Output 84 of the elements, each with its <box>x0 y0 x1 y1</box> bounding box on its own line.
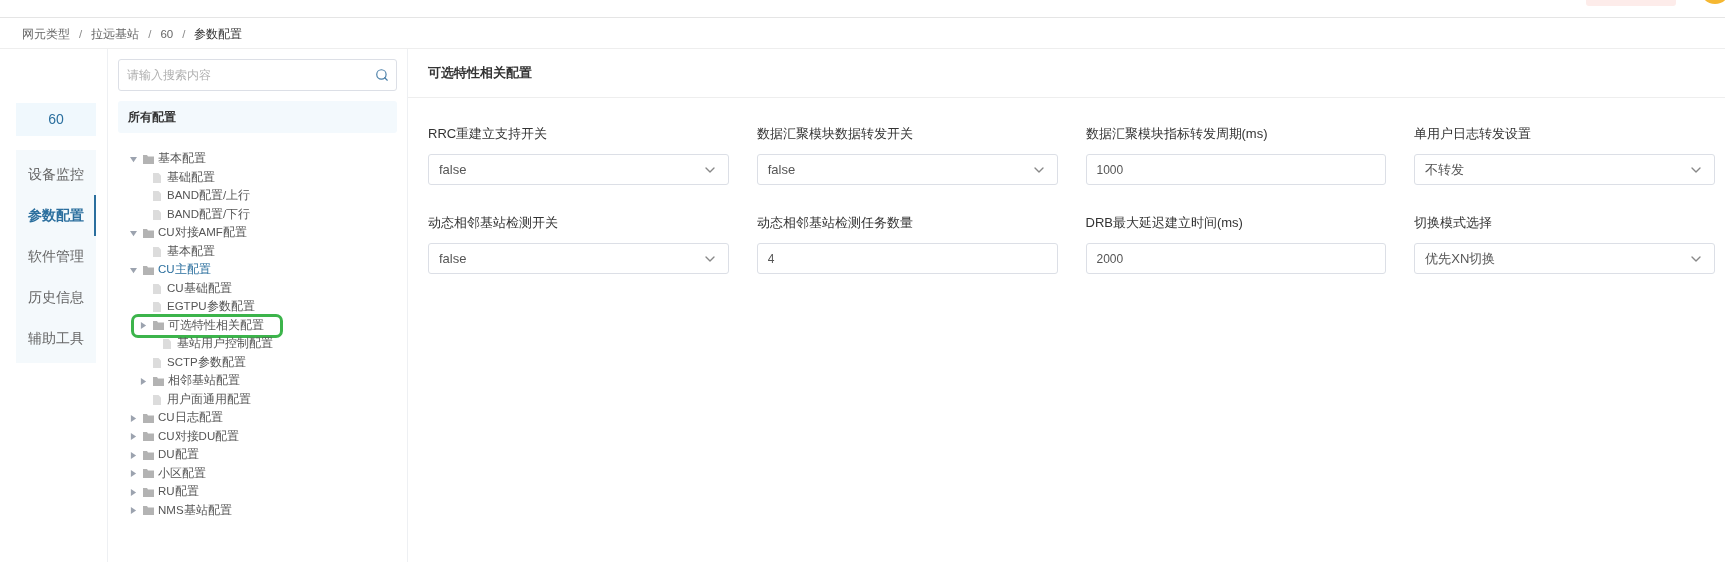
select-field[interactable]: 不转发 <box>1414 154 1715 185</box>
tree-item[interactable]: 基本配置 <box>153 242 231 261</box>
breadcrumb-item: 参数配置 <box>194 27 243 43</box>
caret-icon[interactable] <box>140 377 147 385</box>
field-label: DRB最大延迟建立时间(ms) <box>1085 214 1244 232</box>
tree-item[interactable]: 用户面通用配置 <box>153 390 267 409</box>
file-icon <box>153 246 161 257</box>
file-icon <box>153 394 161 405</box>
nav-item[interactable]: 历史信息 <box>16 277 96 318</box>
file-icon <box>153 283 161 294</box>
tree-item[interactable]: CU对接AMF配置 <box>130 224 263 242</box>
breadcrumb-item[interactable]: 网元类型 <box>22 26 70 44</box>
caret-icon[interactable] <box>140 322 147 329</box>
folder-icon <box>153 376 164 386</box>
breadcrumb-item[interactable]: 60 <box>160 26 174 44</box>
caret-icon[interactable] <box>130 266 137 274</box>
folder-icon <box>143 265 154 275</box>
input-field[interactable]: 1000 <box>1085 154 1387 185</box>
search-field[interactable]: 请输入搜索内容 <box>118 59 397 91</box>
file-icon <box>153 191 161 201</box>
tree-item[interactable]: 可选特性相关配置 <box>134 316 280 335</box>
tree-item[interactable]: BAND配置/上行 <box>153 187 267 205</box>
folder-icon <box>143 154 154 164</box>
tree-item[interactable]: 相邻基站配置 <box>140 372 256 390</box>
tree-item[interactable]: CU对接DU配置 <box>130 427 256 446</box>
select-field[interactable]: false <box>428 154 729 185</box>
device-tab[interactable]: 60 <box>16 103 96 136</box>
file-icon <box>153 172 161 183</box>
field-label: 动态相邻基站检测开关 <box>428 214 559 232</box>
file-icon <box>163 339 171 349</box>
tree-item[interactable]: 基础配置 <box>153 168 231 187</box>
field-label: 动态相邻基站检测任务数量 <box>756 214 914 232</box>
field-label: 数据汇聚模块指标转发周期(ms) <box>1085 125 1269 143</box>
input-field[interactable]: 2000 <box>1085 243 1387 274</box>
nav-item[interactable]: 参数配置 <box>16 195 96 236</box>
tree-item[interactable]: RU配置 <box>130 483 215 501</box>
breadcrumb-separator: / <box>148 27 152 43</box>
tree-item[interactable]: NMS基站配置 <box>130 501 248 520</box>
caret-icon[interactable] <box>130 451 137 459</box>
folder-icon <box>143 487 154 497</box>
nav-item[interactable]: 设备监控 <box>16 154 96 195</box>
file-icon <box>153 357 161 368</box>
folder-icon <box>143 469 154 478</box>
folder-icon <box>143 506 154 515</box>
caret-icon[interactable] <box>130 229 137 237</box>
field-label: 单用户日志转发设置 <box>1414 125 1533 143</box>
tree-item[interactable]: 基本配置 <box>130 150 222 168</box>
select-field[interactable]: 优先XN切换 <box>1414 243 1715 274</box>
tree-item[interactable]: EGTPU参数配置 <box>153 298 271 316</box>
folder-icon <box>143 432 154 441</box>
breadcrumb-separator: / <box>79 27 83 43</box>
tree-item[interactable]: SCTP参数配置 <box>153 353 262 372</box>
caret-icon[interactable] <box>130 433 137 440</box>
tree-item[interactable]: 基站用户控制配置 <box>163 335 289 353</box>
tree-header: 所有配置 <box>118 101 397 133</box>
tree-item[interactable]: CU日志配置 <box>130 409 239 427</box>
nav-item[interactable]: 软件管理 <box>16 236 96 277</box>
nav-item[interactable]: 辅助工具 <box>16 318 96 359</box>
field-label: 数据汇聚模块数据转发开关 <box>756 125 914 143</box>
folder-icon <box>143 450 154 460</box>
field-label: RRC重建立支持开关 <box>428 125 549 143</box>
select-field[interactable]: false <box>428 243 729 274</box>
folder-icon <box>143 413 154 423</box>
file-icon <box>153 209 161 220</box>
caret-icon[interactable] <box>130 470 137 477</box>
field-label: 切换模式选择 <box>1414 214 1494 232</box>
tree-item[interactable]: CU基础配置 <box>153 279 248 298</box>
caret-icon[interactable] <box>130 488 137 496</box>
tree-item[interactable]: 小区配置 <box>130 464 222 483</box>
folder-icon <box>153 321 164 330</box>
file-icon <box>153 302 161 312</box>
breadcrumb-separator: / <box>182 27 186 43</box>
input-field[interactable]: 4 <box>756 243 1058 274</box>
caret-icon[interactable] <box>130 507 137 514</box>
tree-item[interactable]: BAND配置/下行 <box>153 205 267 224</box>
folder-icon <box>143 228 154 238</box>
search-icon[interactable] <box>375 68 389 82</box>
caret-icon[interactable] <box>130 155 137 163</box>
select-field[interactable]: false <box>756 154 1058 185</box>
caret-icon[interactable] <box>130 414 137 422</box>
breadcrumb-item[interactable]: 拉远基站 <box>91 26 140 44</box>
tree-item[interactable]: CU主配置 <box>130 261 227 279</box>
panel-title: 可选特性相关配置 <box>428 64 532 83</box>
tree-item[interactable]: DU配置 <box>130 446 215 464</box>
